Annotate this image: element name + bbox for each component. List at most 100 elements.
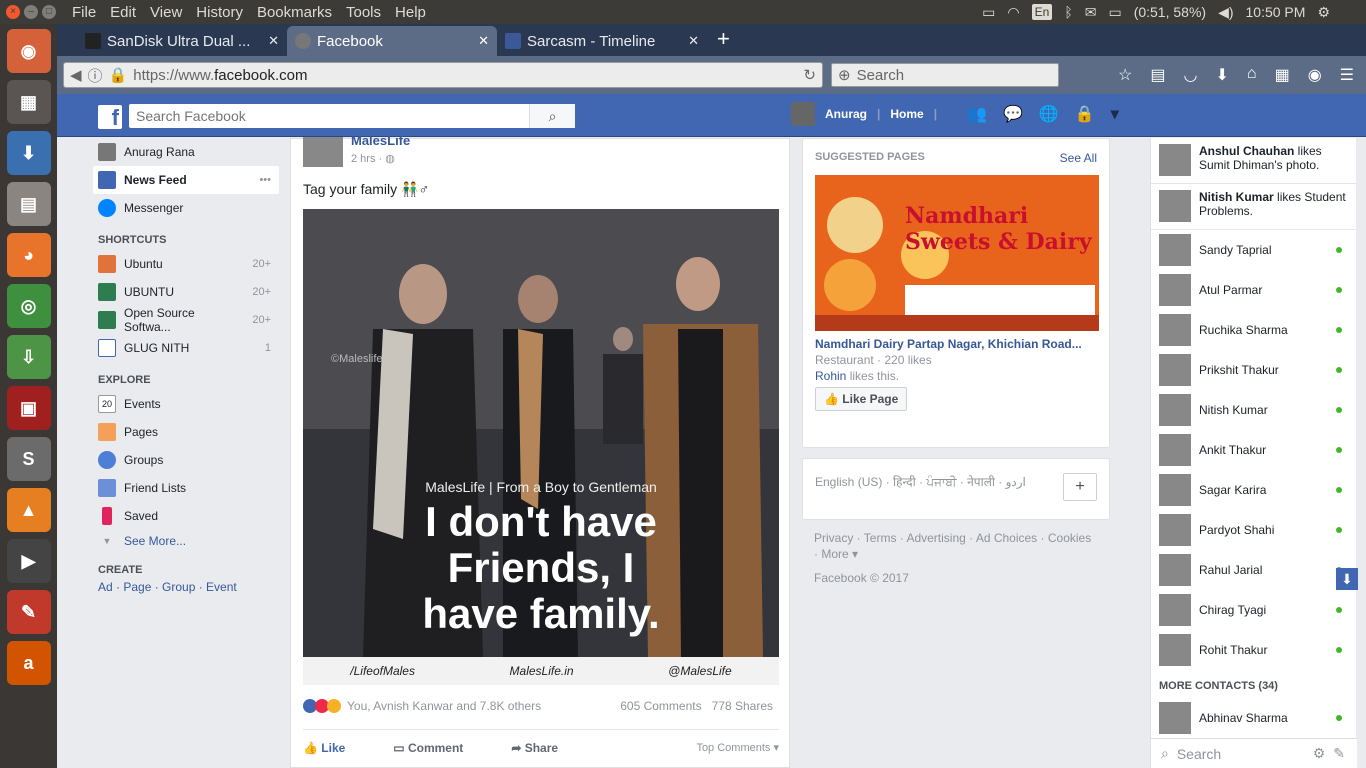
ticker-item[interactable]: Nitish Kumar likes Student Problems. [1151,184,1356,230]
mail-icon[interactable]: ✉ [1085,4,1097,21]
software-updater-icon[interactable]: ⇩ [6,335,51,379]
chat-search-input[interactable]: ⌕ Search ⚙ ✎ [1151,738,1357,768]
suggested-page-image[interactable]: Namdhari Sweets & Dairy [815,175,1099,331]
amazon-icon[interactable]: a [6,641,51,685]
sidebar-item-saved[interactable]: Saved [93,502,279,530]
contact-row[interactable]: Sagar Karira [1151,470,1356,510]
ubuntu-dash-icon[interactable]: ◉ [6,29,51,73]
messages-icon[interactable]: 💬 [1003,104,1023,124]
reactions-text[interactable]: You, Avnish Kanwar and 7.8K others [347,699,541,713]
keyboard-layout-indicator[interactable]: En [1031,4,1053,20]
sidebar-item-friend-lists[interactable]: Friend Lists [93,474,279,502]
minimize-window-button[interactable]: – [24,5,38,19]
avatar[interactable] [791,102,815,126]
color-extension-icon[interactable]: ◉ [1308,65,1322,85]
see-all-link[interactable]: See All [1060,151,1097,165]
sidebar-item-pages[interactable]: Pages [93,418,279,446]
menu-view[interactable]: View [150,4,182,21]
home-link[interactable]: Home [890,107,923,121]
download-manager-icon[interactable]: ⬇ [6,131,51,175]
lock-warning-icon[interactable]: 🔒 [109,66,128,84]
sidebar-item-ubuntu-group[interactable]: UBUNTU 20+ [93,278,279,306]
system-monitor-icon[interactable]: ▣ [6,386,51,430]
sidebar-item-ubuntu[interactable]: Ubuntu 20+ [93,250,279,278]
more-options-icon[interactable]: ••• [259,174,279,186]
video-editor-icon[interactable]: ▶ [6,539,51,583]
contact-row[interactable]: Ankit Thakur [1151,430,1356,470]
ticker-item[interactable]: Anshul Chauhan likes Sumit Dhiman's phot… [1151,138,1356,184]
menu-edit[interactable]: Edit [110,4,136,21]
facebook-search-input[interactable] [129,108,529,124]
close-tab-icon[interactable]: ✕ [478,33,489,49]
tab-sandisk[interactable]: SanDisk Ultra Dual ... ✕ [77,26,287,56]
pocket-icon[interactable]: ◡ [1184,65,1198,85]
suggested-page-name[interactable]: Namdhari Dairy Partap Nagar, Khichian Ro… [815,337,1097,351]
clock[interactable]: 10:50 PM [1246,4,1306,20]
browser-search-box[interactable]: ⊕ Search [831,63,1059,87]
contact-row[interactable]: Abhinav Sharma [1151,698,1356,738]
firefox-icon[interactable]: ◕ [6,233,51,277]
sidebar-item-events[interactable]: 20 Events [93,390,279,418]
sidebar-item-profile[interactable]: Anurag Rana [93,138,279,166]
reading-list-icon[interactable]: ▤ [1150,65,1165,85]
facebook-logo-icon[interactable]: f [98,105,122,130]
sidebar-item-groups[interactable]: Groups [93,446,279,474]
back-arrow-icon[interactable]: ◀ [70,66,82,84]
menu-file[interactable]: File [72,4,96,21]
top-comments-dropdown[interactable]: Top Comments ▾ [696,741,779,754]
profile-link[interactable]: Anurag [825,107,867,121]
volume-icon[interactable]: ◀) [1218,4,1233,21]
battery-icon[interactable]: ▭ [1108,4,1121,21]
language-links[interactable]: English (US) · हिन्दी · ਪੰਜਾਬੀ · नेपाली … [815,473,1026,505]
contact-row[interactable]: Rohit Thakur [1151,630,1356,670]
like-button[interactable]: 👍 Like [303,741,345,755]
reload-icon[interactable]: ↻ [803,66,816,84]
hamburger-menu-icon[interactable]: ☰ [1340,65,1354,85]
sublime-text-icon[interactable]: S [6,437,51,481]
more-contacts-heading[interactable]: MORE CONTACTS (34) [1151,670,1356,698]
home-icon[interactable]: ⌂ [1247,65,1257,85]
contact-row[interactable]: Prikshit Thakur [1151,350,1356,390]
battery-status[interactable]: (0:51, 58%) [1134,4,1206,20]
see-more-link[interactable]: ▼ See More... [93,530,279,552]
sidebar-item-messenger[interactable]: Messenger [93,194,279,222]
extension-icon[interactable]: ▦ [1275,65,1290,85]
display-icon[interactable]: ▭ [982,4,995,21]
chrome-icon[interactable]: ◎ [6,284,51,328]
account-menu-chevron-icon[interactable]: ▾ [1111,104,1119,124]
close-window-button[interactable]: × [6,5,20,19]
comment-count[interactable]: 605 Comments [620,699,701,713]
contact-row[interactable]: Ruchika Sharma [1151,310,1356,350]
search-icon[interactable]: ⌕ [529,104,575,128]
share-button[interactable]: ➦ Share [511,741,558,755]
privacy-lock-icon[interactable]: 🔒 [1075,104,1095,124]
sidebar-item-news-feed[interactable]: News Feed ••• [93,166,279,194]
friend-requests-icon[interactable]: 👥 [967,104,987,124]
menu-history[interactable]: History [196,4,243,21]
sidebar-item-glug[interactable]: GLUG NITH 1 [93,334,279,362]
contact-row[interactable]: Sandy Taprial [1151,230,1356,270]
close-tab-icon[interactable]: ✕ [268,33,279,49]
info-icon[interactable]: ⓘ [88,65,103,86]
wow-reaction-icon[interactable] [327,699,341,713]
contact-row[interactable]: Nitish Kumar [1151,390,1356,430]
share-count[interactable]: 778 Shares [712,699,773,713]
contact-row[interactable]: Atul Parmar [1151,270,1356,310]
create-links[interactable]: Ad · Page · Group · Event [93,580,279,594]
bluetooth-icon[interactable]: ᛒ [1064,4,1072,20]
post-timestamp[interactable]: 2 hrs · ◍ [351,152,395,165]
menu-tools[interactable]: Tools [346,4,381,21]
compose-icon[interactable]: ✎ [1333,745,1345,762]
scroll-down-arrow-icon[interactable]: ⬇ [1336,568,1358,590]
close-tab-icon[interactable]: ✕ [688,33,699,49]
search-engine-icon[interactable]: ⊕ [838,66,851,84]
tab-facebook[interactable]: Facebook ✕ [287,26,497,56]
menu-bookmarks[interactable]: Bookmarks [257,4,332,21]
downloads-icon[interactable]: ⬇ [1215,65,1228,85]
vlc-icon[interactable]: ▲ [6,488,51,532]
post-image[interactable]: ©Maleslife MalesLife | From a Boy to Gen… [303,209,779,685]
url-bar[interactable]: ◀ ⓘ 🔒 https://www.facebook.com ↻ [63,62,823,88]
menu-help[interactable]: Help [395,4,426,21]
system-settings-icon[interactable]: ✎ [6,590,51,634]
workspace-switcher-icon[interactable]: ▦ [6,80,51,124]
